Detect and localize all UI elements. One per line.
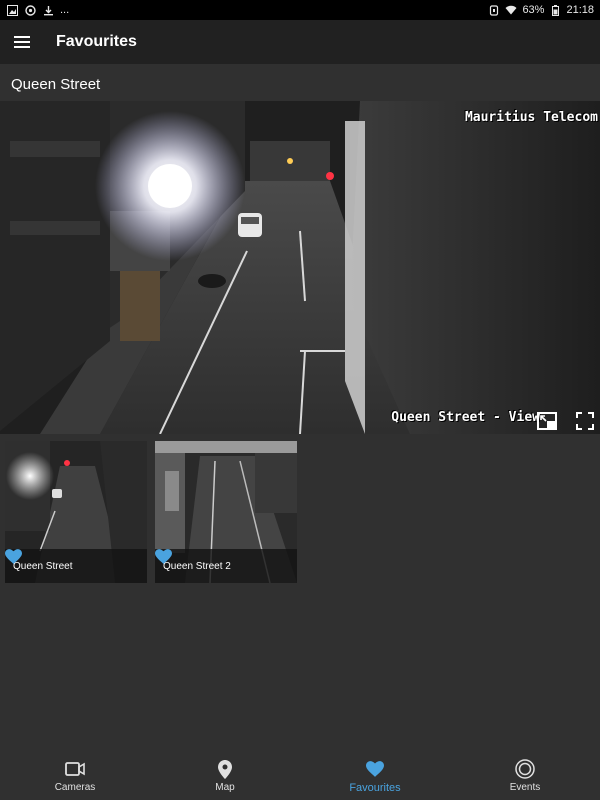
heart-icon <box>364 759 386 779</box>
favourite-heart-icon[interactable] <box>5 549 139 575</box>
thumbnail-caption-bar: Queen Street <box>5 549 147 583</box>
battery-percentage: 63% <box>522 4 545 16</box>
more-notifications-indicator: ... <box>60 4 70 16</box>
clock: 21:18 <box>566 4 594 16</box>
thumbnail-caption-bar: Queen Street 2 <box>155 549 297 583</box>
hamburger-menu-icon[interactable] <box>0 20 44 64</box>
fullscreen-icon[interactable] <box>574 410 596 432</box>
camera-name: Queen Street 2 <box>163 560 231 572</box>
nav-map[interactable]: Map <box>150 752 300 800</box>
video-camera-icon <box>64 759 86 779</box>
camera-title: Queen Street <box>11 76 101 93</box>
favourite-camera-card[interactable]: Queen Street <box>5 441 147 583</box>
download-notification-icon <box>42 4 54 16</box>
main-camera-feed[interactable]: Mauritius Telecom Queen Street - View <box>0 101 600 434</box>
page-title: Favourites <box>56 33 137 50</box>
street-scene-image <box>0 101 600 434</box>
picture-in-picture-icon[interactable] <box>536 410 558 432</box>
map-pin-icon <box>214 759 236 779</box>
sync-notification-icon <box>24 4 36 16</box>
nav-label: Cameras <box>54 782 96 793</box>
feed-provider-overlay: Mauritius Telecom <box>464 110 598 125</box>
status-bar: ... 63% 21:18 <box>0 0 600 20</box>
feed-location-overlay: Queen Street - View <box>391 410 540 425</box>
nav-cameras[interactable]: Cameras <box>0 752 150 800</box>
nav-label: Favourites <box>349 781 401 794</box>
favourite-heart-icon[interactable] <box>155 549 289 575</box>
nav-label: Events <box>509 782 541 793</box>
events-circle-icon <box>514 759 536 779</box>
image-notification-icon <box>6 4 18 16</box>
nav-label: Map <box>215 782 235 793</box>
bottom-navigation: Cameras Map Favourites Events <box>0 752 600 800</box>
wifi-icon <box>505 4 517 16</box>
battery-icon <box>549 4 561 16</box>
alarm-icon <box>488 4 500 16</box>
favourite-camera-card[interactable]: Queen Street 2 <box>155 441 297 583</box>
app-bar: Favourites <box>0 20 600 64</box>
nav-favourites[interactable]: Favourites <box>300 752 450 800</box>
nav-events[interactable]: Events <box>450 752 600 800</box>
